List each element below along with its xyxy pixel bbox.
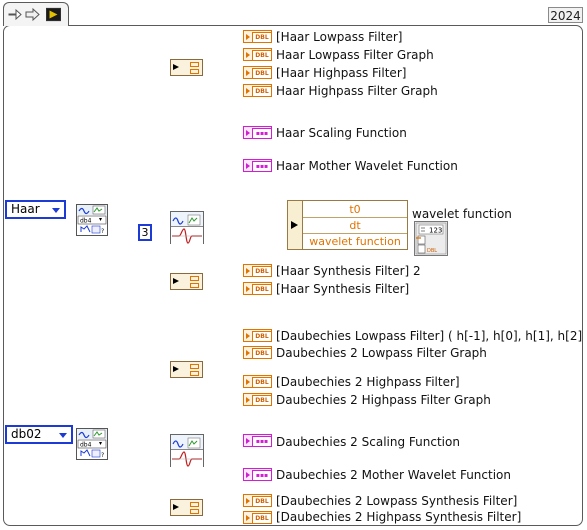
unbundle-arrow-icon [291, 221, 298, 229]
wavelet-function-title: wavelet function [412, 207, 512, 221]
haar-wavelet-function-vi[interactable] [170, 211, 204, 244]
unbundle-header [288, 201, 303, 249]
db02-highpass-graph-indicator: DBL [243, 393, 272, 406]
haar-highpass-graph-label: Haar Highpass Filter Graph [276, 84, 438, 98]
haar-synthesis-unbundle[interactable] [170, 273, 203, 290]
graph-terminal-icon: ▪▪▪ [252, 436, 272, 447]
haar-coefficients-vi[interactable]: db4 ? [76, 204, 108, 236]
db02-highpass-synthesis-indicator: DBL [243, 511, 272, 524]
db02-wavelet-function-vi[interactable] [170, 434, 204, 467]
run-arrow-icon[interactable] [7, 7, 22, 22]
wavelet-unbundle-by-name[interactable]: t0 dt wavelet function [287, 200, 408, 250]
unbundle-arrow-icon [173, 278, 179, 284]
svg-text:123: 123 [429, 227, 442, 235]
db02-mother-wavelet-indicator: ▪▪▪ [243, 468, 272, 481]
unbundle-slot-icon [190, 502, 199, 507]
graph-terminal-icon: ▪▪▪ [252, 161, 272, 172]
db02-synthesis-unbundle[interactable] [170, 499, 203, 516]
haar-lowpass-graph-indicator: DBL [243, 48, 272, 61]
haar-filter-unbundle[interactable] [170, 59, 203, 76]
graph-terminal-icon: ▪▪▪ [252, 470, 272, 481]
db02-highpass-graph-label: Daubechies 2 Highpass Filter Graph [276, 393, 491, 407]
wavelet-vi-icon: db4 ? [77, 205, 107, 235]
haar-level-constant[interactable]: 3 [138, 224, 152, 241]
haar-lowpass-filter-label: [Haar Lowpass Filter] [276, 30, 403, 44]
cluster-icon: 123 DBL [415, 222, 447, 255]
db02-lowpass-filter-indicator: DBL [243, 329, 272, 342]
haar-highpass-filter-indicator: DBL [243, 66, 272, 79]
db02-highpass-filter-label: [Daubechies 2 Highpass Filter] [276, 375, 460, 389]
db02-wavelet-select-value: db02 [11, 427, 42, 441]
svg-text:db4: db4 [80, 442, 92, 449]
graph-terminal-icon: ▪▪▪ [252, 128, 272, 139]
haar-mother-wavelet-indicator: ▪▪▪ [243, 159, 272, 172]
haar-wavelet-select[interactable]: Haar [5, 200, 66, 219]
haar-synthesis-filter-2-label: [Haar Synthesis Filter] 2 [276, 264, 421, 278]
db02-coefficients-vi[interactable]: db4 ? [76, 428, 108, 460]
wavelet-vi-icon: db4 ? [77, 429, 107, 459]
haar-lowpass-graph-label: Haar Lowpass Filter Graph [276, 48, 434, 62]
svg-text:DBL: DBL [427, 248, 437, 254]
haar-synthesis-filter-indicator: DBL [243, 282, 272, 295]
svg-text:?: ? [101, 228, 104, 235]
wavelet-header [171, 212, 203, 227]
year-label: 2024 [548, 7, 583, 23]
db02-mother-wavelet-label: Daubechies 2 Mother Wavelet Function [276, 468, 511, 482]
svg-text:db4: db4 [80, 218, 92, 225]
wavelet-plot-icon [171, 450, 203, 467]
db02-lowpass-filter-label: [Daubechies Lowpass Filter] ( h[-1], h[0… [276, 329, 587, 343]
step-arrow-icon[interactable] [25, 7, 40, 22]
unbundle-arrow-icon [173, 64, 179, 70]
wavelet-header [171, 435, 203, 450]
wavelet-function-cluster-indicator: 123 DBL [414, 221, 448, 256]
unbundle-slot-icon [190, 276, 199, 281]
haar-mother-wavelet-label: Haar Mother Wavelet Function [276, 159, 458, 173]
db02-highpass-filter-indicator: DBL [243, 375, 272, 388]
unbundle-slot-icon [190, 509, 199, 514]
unbundle-slot-icon [190, 62, 199, 67]
db02-scaling-function-label: Daubechies 2 Scaling Function [276, 435, 460, 449]
db02-lowpass-graph-indicator: DBL [243, 346, 272, 359]
haar-scaling-function-indicator: ▪▪▪ [243, 126, 272, 139]
block-diagram-canvas: 2024 Haar db4 ? 3 DBL [Haar Lowpass Filt… [0, 0, 587, 530]
db02-lowpass-synthesis-label: [Daubechies 2 Lowpass Synthesis Filter] [276, 494, 518, 508]
haar-wavelet-select-value: Haar [11, 202, 40, 216]
db02-filter-unbundle[interactable] [170, 361, 203, 378]
unbundle-field-dt[interactable]: dt [303, 218, 407, 234]
db02-scaling-function-indicator: ▪▪▪ [243, 434, 272, 447]
wavelet-plot-icon [171, 227, 203, 244]
unbundle-arrow-icon [173, 366, 179, 372]
db02-wavelet-select[interactable]: db02 [5, 425, 73, 444]
db02-lowpass-synthesis-indicator: DBL [243, 494, 272, 507]
unbundle-slot-icon [190, 283, 199, 288]
haar-scaling-function-label: Haar Scaling Function [276, 126, 407, 140]
unbundle-field-wavelet-function[interactable]: wavelet function [303, 234, 407, 249]
unbundle-slot-icon [190, 371, 199, 376]
unbundle-slot-icon [190, 364, 199, 369]
chevron-down-icon [59, 433, 67, 438]
haar-highpass-graph-indicator: DBL [243, 84, 272, 97]
haar-highpass-filter-label: [Haar Highpass Filter] [276, 66, 407, 80]
db02-highpass-synthesis-label: [Daubechies 2 Highpass Synthesis Filter] [276, 510, 522, 524]
vi-run-icon[interactable] [46, 7, 61, 22]
haar-synthesis-filter-label: [Haar Synthesis Filter] [276, 282, 410, 296]
chevron-down-icon [52, 208, 60, 213]
unbundle-slot-icon [190, 69, 199, 74]
haar-synthesis-filter-2-indicator: DBL [243, 264, 272, 277]
svg-text:?: ? [101, 452, 104, 459]
haar-lowpass-filter-indicator: DBL [243, 30, 272, 43]
unbundle-field-t0[interactable]: t0 [303, 202, 407, 218]
unbundle-arrow-icon [173, 504, 179, 510]
db02-lowpass-graph-label: Daubechies 2 Lowpass Filter Graph [276, 346, 487, 360]
toolbar-tab [3, 2, 69, 26]
